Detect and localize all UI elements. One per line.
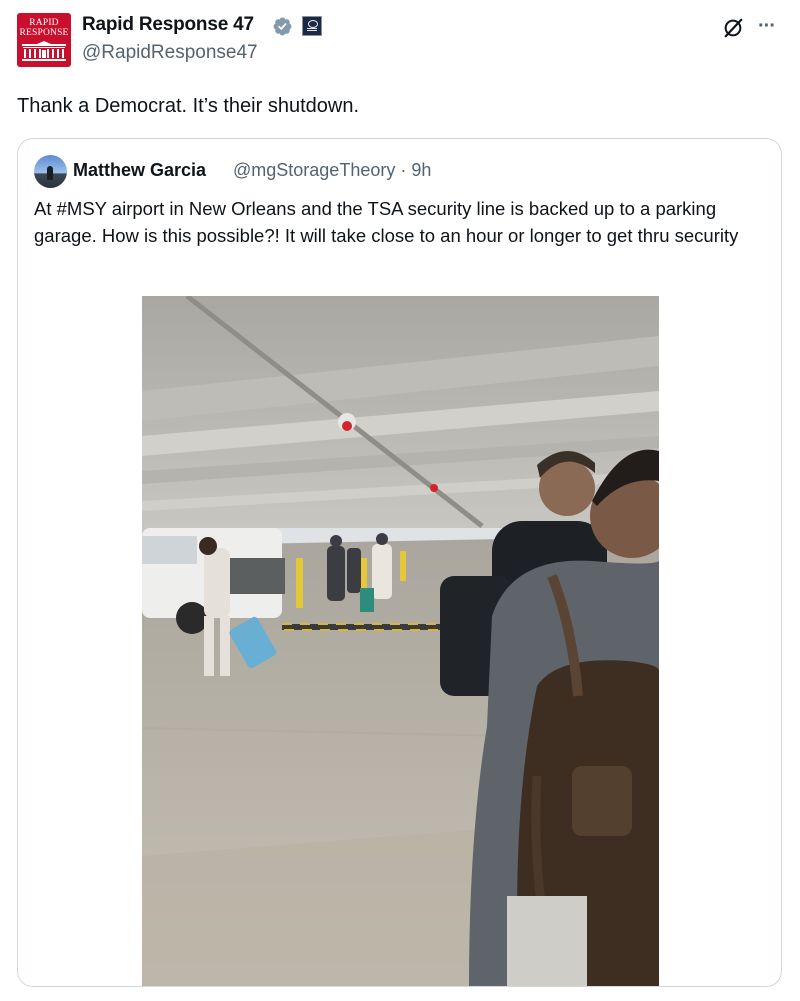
quoted-author-meta[interactable]: @mgStorageTheory · 9h <box>233 160 431 181</box>
quoted-tweet-text: At #MSY airport in New Orleans and the T… <box>34 198 739 246</box>
author-handle[interactable]: @RapidResponse47 <box>82 42 258 64</box>
grok-icon[interactable] <box>722 17 744 39</box>
avatar-logo-line1: RAPID <box>29 18 59 28</box>
affiliation-badge-icon[interactable] <box>302 16 322 36</box>
quoted-tweet-photo[interactable] <box>142 296 659 986</box>
author-display-name[interactable]: Rapid Response 47 <box>82 14 254 36</box>
avatar-logo-line2: RESPONSE <box>19 28 69 38</box>
white-house-emblem-icon <box>22 41 66 61</box>
author-avatar[interactable]: RAPID RESPONSE <box>17 13 71 67</box>
quoted-author-avatar[interactable] <box>34 155 67 188</box>
photo-scene <box>142 296 659 986</box>
verified-badge-icon <box>273 17 292 36</box>
more-options-icon[interactable]: ··· <box>758 16 776 36</box>
quoted-author-name[interactable]: Matthew Garcia <box>73 160 206 181</box>
tweet-text: Thank a Democrat. It’s their shutdown. <box>17 95 360 117</box>
